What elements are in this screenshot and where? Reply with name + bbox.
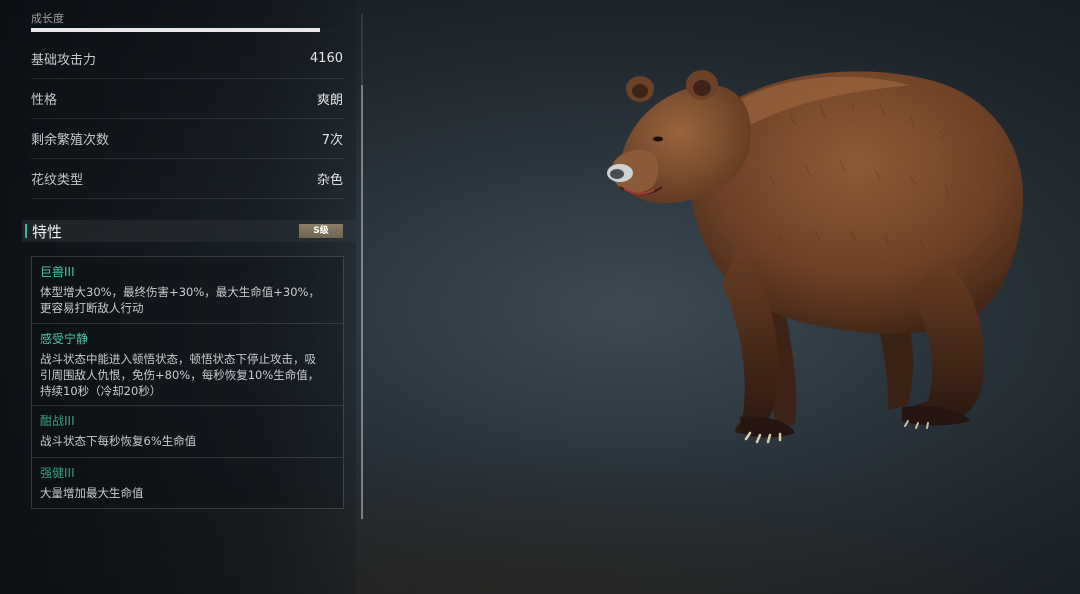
growth-progress-bar	[31, 28, 342, 32]
stat-row-pattern: 花纹类型 杂色	[31, 158, 343, 199]
trait-item[interactable]: 感受宁静 战斗状态中能进入顿悟状态，顿悟状态下停止攻击，吸 引周围敌人仇恨，免伤…	[32, 324, 343, 406]
stat-row-breeding: 剩余繁殖次数 7次	[31, 118, 343, 159]
scrollbar-thumb[interactable]	[361, 85, 363, 519]
trait-item[interactable]: 强健III 大量增加最大生命值	[32, 458, 343, 508]
trait-name: 酣战III	[40, 414, 75, 428]
traits-header: 特性 S级	[22, 220, 356, 242]
stat-value: 4160	[309, 50, 343, 66]
traits-title: 特性	[32, 223, 63, 241]
trait-description: 大量增加最大生命值	[40, 486, 144, 500]
trait-name: 巨兽III	[40, 265, 75, 279]
trait-description: 战斗状态中能进入顿悟状态，顿悟状态下停止攻击，吸 引周围敌人仇恨，免伤+80%，…	[40, 352, 320, 398]
trait-item[interactable]: 巨兽III 体型增大30%，最终伤害+30%，最大生命值+30%， 更容易打断敌…	[32, 257, 343, 324]
trait-name: 强健III	[40, 466, 75, 480]
trait-name: 感受宁静	[40, 332, 89, 346]
grade-badge: S级	[299, 224, 343, 238]
stat-row-attack: 基础攻击力 4160	[31, 38, 343, 79]
stat-value: 爽朗	[316, 92, 343, 108]
stat-label: 花纹类型	[31, 172, 84, 188]
traits-list: 巨兽III 体型增大30%，最终伤害+30%，最大生命值+30%， 更容易打断敌…	[31, 256, 344, 509]
stat-row-personality: 性格 爽朗	[31, 78, 343, 119]
stat-label: 基础攻击力	[31, 52, 97, 68]
section-accent-bar	[25, 224, 27, 238]
stat-value: 7次	[321, 132, 343, 148]
stat-label: 性格	[31, 92, 58, 108]
stat-value: 杂色	[316, 172, 343, 188]
growth-label: 成长度	[31, 12, 64, 25]
trait-description: 战斗状态下每秒恢复6%生命值	[40, 434, 197, 448]
growth-progress-fill	[31, 28, 321, 32]
trait-item[interactable]: 酣战III 战斗状态下每秒恢复6%生命值	[32, 406, 343, 458]
brown-bear-icon	[590, 55, 1040, 455]
trait-description: 体型增大30%，最终伤害+30%，最大生命值+30%， 更容易打断敌人行动	[40, 285, 320, 315]
stat-label: 剩余繁殖次数	[31, 132, 110, 148]
